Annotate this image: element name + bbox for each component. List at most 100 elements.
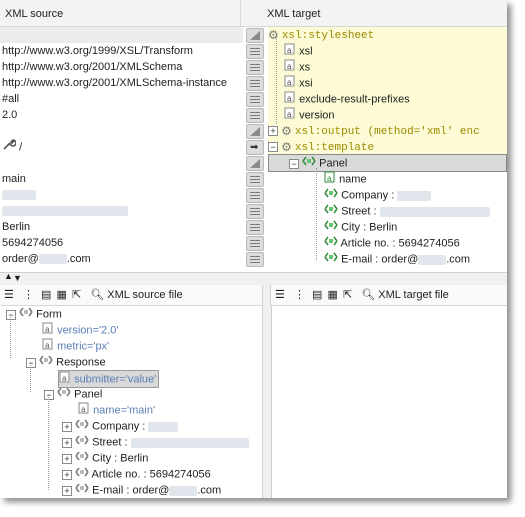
target-row[interactable]: + ⚙ xsl:output (method='xml' enc (268, 123, 507, 139)
hex-view-icon[interactable]: ▦ (56, 289, 66, 301)
map-value-button[interactable] (246, 204, 264, 219)
source-row[interactable]: http://www.w3.org/1999/XSL/Transform (0, 43, 243, 59)
target-row[interactable]: City : Berlin (268, 219, 507, 235)
map-value-button[interactable] (246, 108, 264, 123)
source-row[interactable] (0, 27, 243, 43)
collapse-icon[interactable]: − (268, 142, 278, 153)
source-row[interactable] (0, 123, 243, 139)
target-row[interactable]: a xsl (268, 43, 507, 59)
expand-icon[interactable]: + (62, 437, 72, 448)
source-file-toolbar: ☰ ⋮ ▤ ▦ ⇱ 🔍︎ XML source file (0, 285, 262, 306)
map-value-button[interactable] (246, 172, 264, 187)
export-icon[interactable]: ⇱ (72, 289, 81, 301)
gear-icon: ⚙ (281, 124, 292, 139)
map-value-button[interactable] (246, 188, 264, 203)
target-row[interactable]: Company : (268, 187, 507, 203)
tree-node[interactable]: + Article no. : 5694274056 (62, 466, 211, 482)
map-node-button[interactable] (246, 28, 264, 43)
expand-icon[interactable]: + (62, 453, 72, 464)
tree-node[interactable]: + City : Berlin (62, 450, 148, 466)
collapse-icon[interactable]: − (44, 389, 54, 400)
source-value: / (19, 141, 23, 154)
source-row[interactable]: 2.0 (0, 107, 243, 123)
source-value: http://www.w3.org/1999/XSL/Transform (2, 45, 193, 57)
map-value-button[interactable] (246, 236, 264, 251)
target-row[interactable]: a name (268, 171, 507, 187)
expand-icon[interactable]: + (62, 421, 72, 432)
map-template-button[interactable]: ➡ (246, 140, 264, 155)
source-row[interactable]: main (0, 171, 243, 187)
map-value-button[interactable] (246, 252, 264, 267)
target-label: Panel (319, 157, 348, 170)
document-icon[interactable]: ▤ (41, 289, 51, 301)
node-label: metric='px' (57, 340, 110, 353)
source-row[interactable]: Berlin (0, 219, 243, 235)
map-value-button[interactable] (246, 220, 264, 235)
redacted-value (130, 437, 249, 448)
tree-node[interactable]: a metric='px' (42, 338, 109, 354)
pane-splitter[interactable]: ▲ ▼ (0, 271, 507, 286)
target-row-selected[interactable]: − Panel (268, 154, 507, 172)
map-value-button[interactable] (246, 76, 264, 91)
source-row[interactable] (0, 187, 243, 203)
tree-node[interactable]: − Form (6, 306, 62, 322)
expand-icon[interactable]: + (268, 126, 278, 137)
svg-text:a: a (287, 94, 292, 103)
source-value: #all (2, 93, 20, 105)
attribute-icon: a (284, 59, 296, 76)
collapse-icon[interactable]: − (26, 357, 36, 368)
tree-node[interactable]: − Response (26, 354, 106, 370)
target-row[interactable]: Street : (268, 203, 507, 219)
source-row[interactable]: #all (0, 91, 243, 107)
map-node-button[interactable] (246, 124, 264, 139)
map-value-button[interactable] (246, 92, 264, 107)
attribute-icon: a (324, 171, 336, 188)
map-node-button[interactable] (246, 156, 264, 171)
source-row[interactable]: order@ .com (0, 251, 243, 267)
menu-icon[interactable]: ☰ (4, 289, 14, 301)
expand-icon[interactable]: + (62, 469, 72, 480)
attribute-icon: a (78, 402, 90, 419)
target-row[interactable]: a xsi (268, 75, 507, 91)
target-row[interactable]: E-mail : order@ .com (268, 251, 507, 267)
tree-node[interactable]: + Street : (62, 434, 249, 450)
document-icon[interactable]: ▤ (312, 289, 322, 301)
tree-node[interactable]: + E-mail : order@ .com (62, 482, 221, 498)
source-row[interactable]: / (0, 139, 243, 155)
tree-node[interactable]: + Company : (62, 418, 179, 434)
tree-view-icon[interactable]: ⋮ (294, 289, 305, 301)
target-row[interactable]: a xs (268, 59, 507, 75)
hex-view-icon[interactable]: ▦ (327, 289, 337, 301)
export-icon[interactable]: ⇱ (343, 289, 352, 301)
vertical-splitter[interactable] (262, 285, 272, 498)
map-value-button[interactable] (246, 44, 264, 59)
collapse-down-icon[interactable]: ▼ (13, 273, 22, 283)
collapse-icon[interactable]: − (6, 309, 16, 320)
expand-icon[interactable]: + (62, 485, 72, 496)
source-row[interactable] (0, 203, 243, 219)
source-row[interactable]: http://www.w3.org/2001/XMLSchema-instanc… (0, 75, 243, 91)
target-row[interactable]: a version (268, 107, 507, 123)
tree-node[interactable]: a version='2.0' (42, 322, 118, 338)
attribute-icon: a (284, 75, 296, 92)
source-row[interactable]: http://www.w3.org/2001/XMLSchema (0, 59, 243, 75)
target-label: xsl:template (294, 142, 375, 154)
target-row[interactable]: − ⚙ xsl:template (268, 139, 507, 155)
map-value-button[interactable] (246, 60, 264, 75)
tree-view-icon[interactable]: ⋮ (23, 289, 34, 301)
source-value: http://www.w3.org/2001/XMLSchema (2, 61, 183, 73)
source-row[interactable]: 5694274056 (0, 235, 243, 251)
source-value: http://www.w3.org/2001/XMLSchema-instanc… (2, 77, 228, 89)
collapse-up-icon[interactable]: ▲ (4, 271, 13, 281)
target-row[interactable]: ⚙ xsl:stylesheet (268, 27, 507, 43)
target-row[interactable]: a exclude-result-prefixes (268, 91, 507, 107)
menu-icon[interactable]: ☰ (275, 289, 285, 301)
target-row[interactable]: Article no. : 5694274056 (268, 235, 507, 251)
source-value-suffix: .com (66, 253, 91, 265)
collapse-icon[interactable]: − (289, 158, 299, 169)
node-label-suffix: .com (197, 484, 222, 497)
tree-node[interactable]: a name='main' (78, 402, 155, 418)
search-icon[interactable]: 🔍︎ (90, 289, 104, 301)
tree-node[interactable]: − Panel (44, 386, 102, 402)
search-icon[interactable]: 🔍︎ (361, 289, 375, 301)
